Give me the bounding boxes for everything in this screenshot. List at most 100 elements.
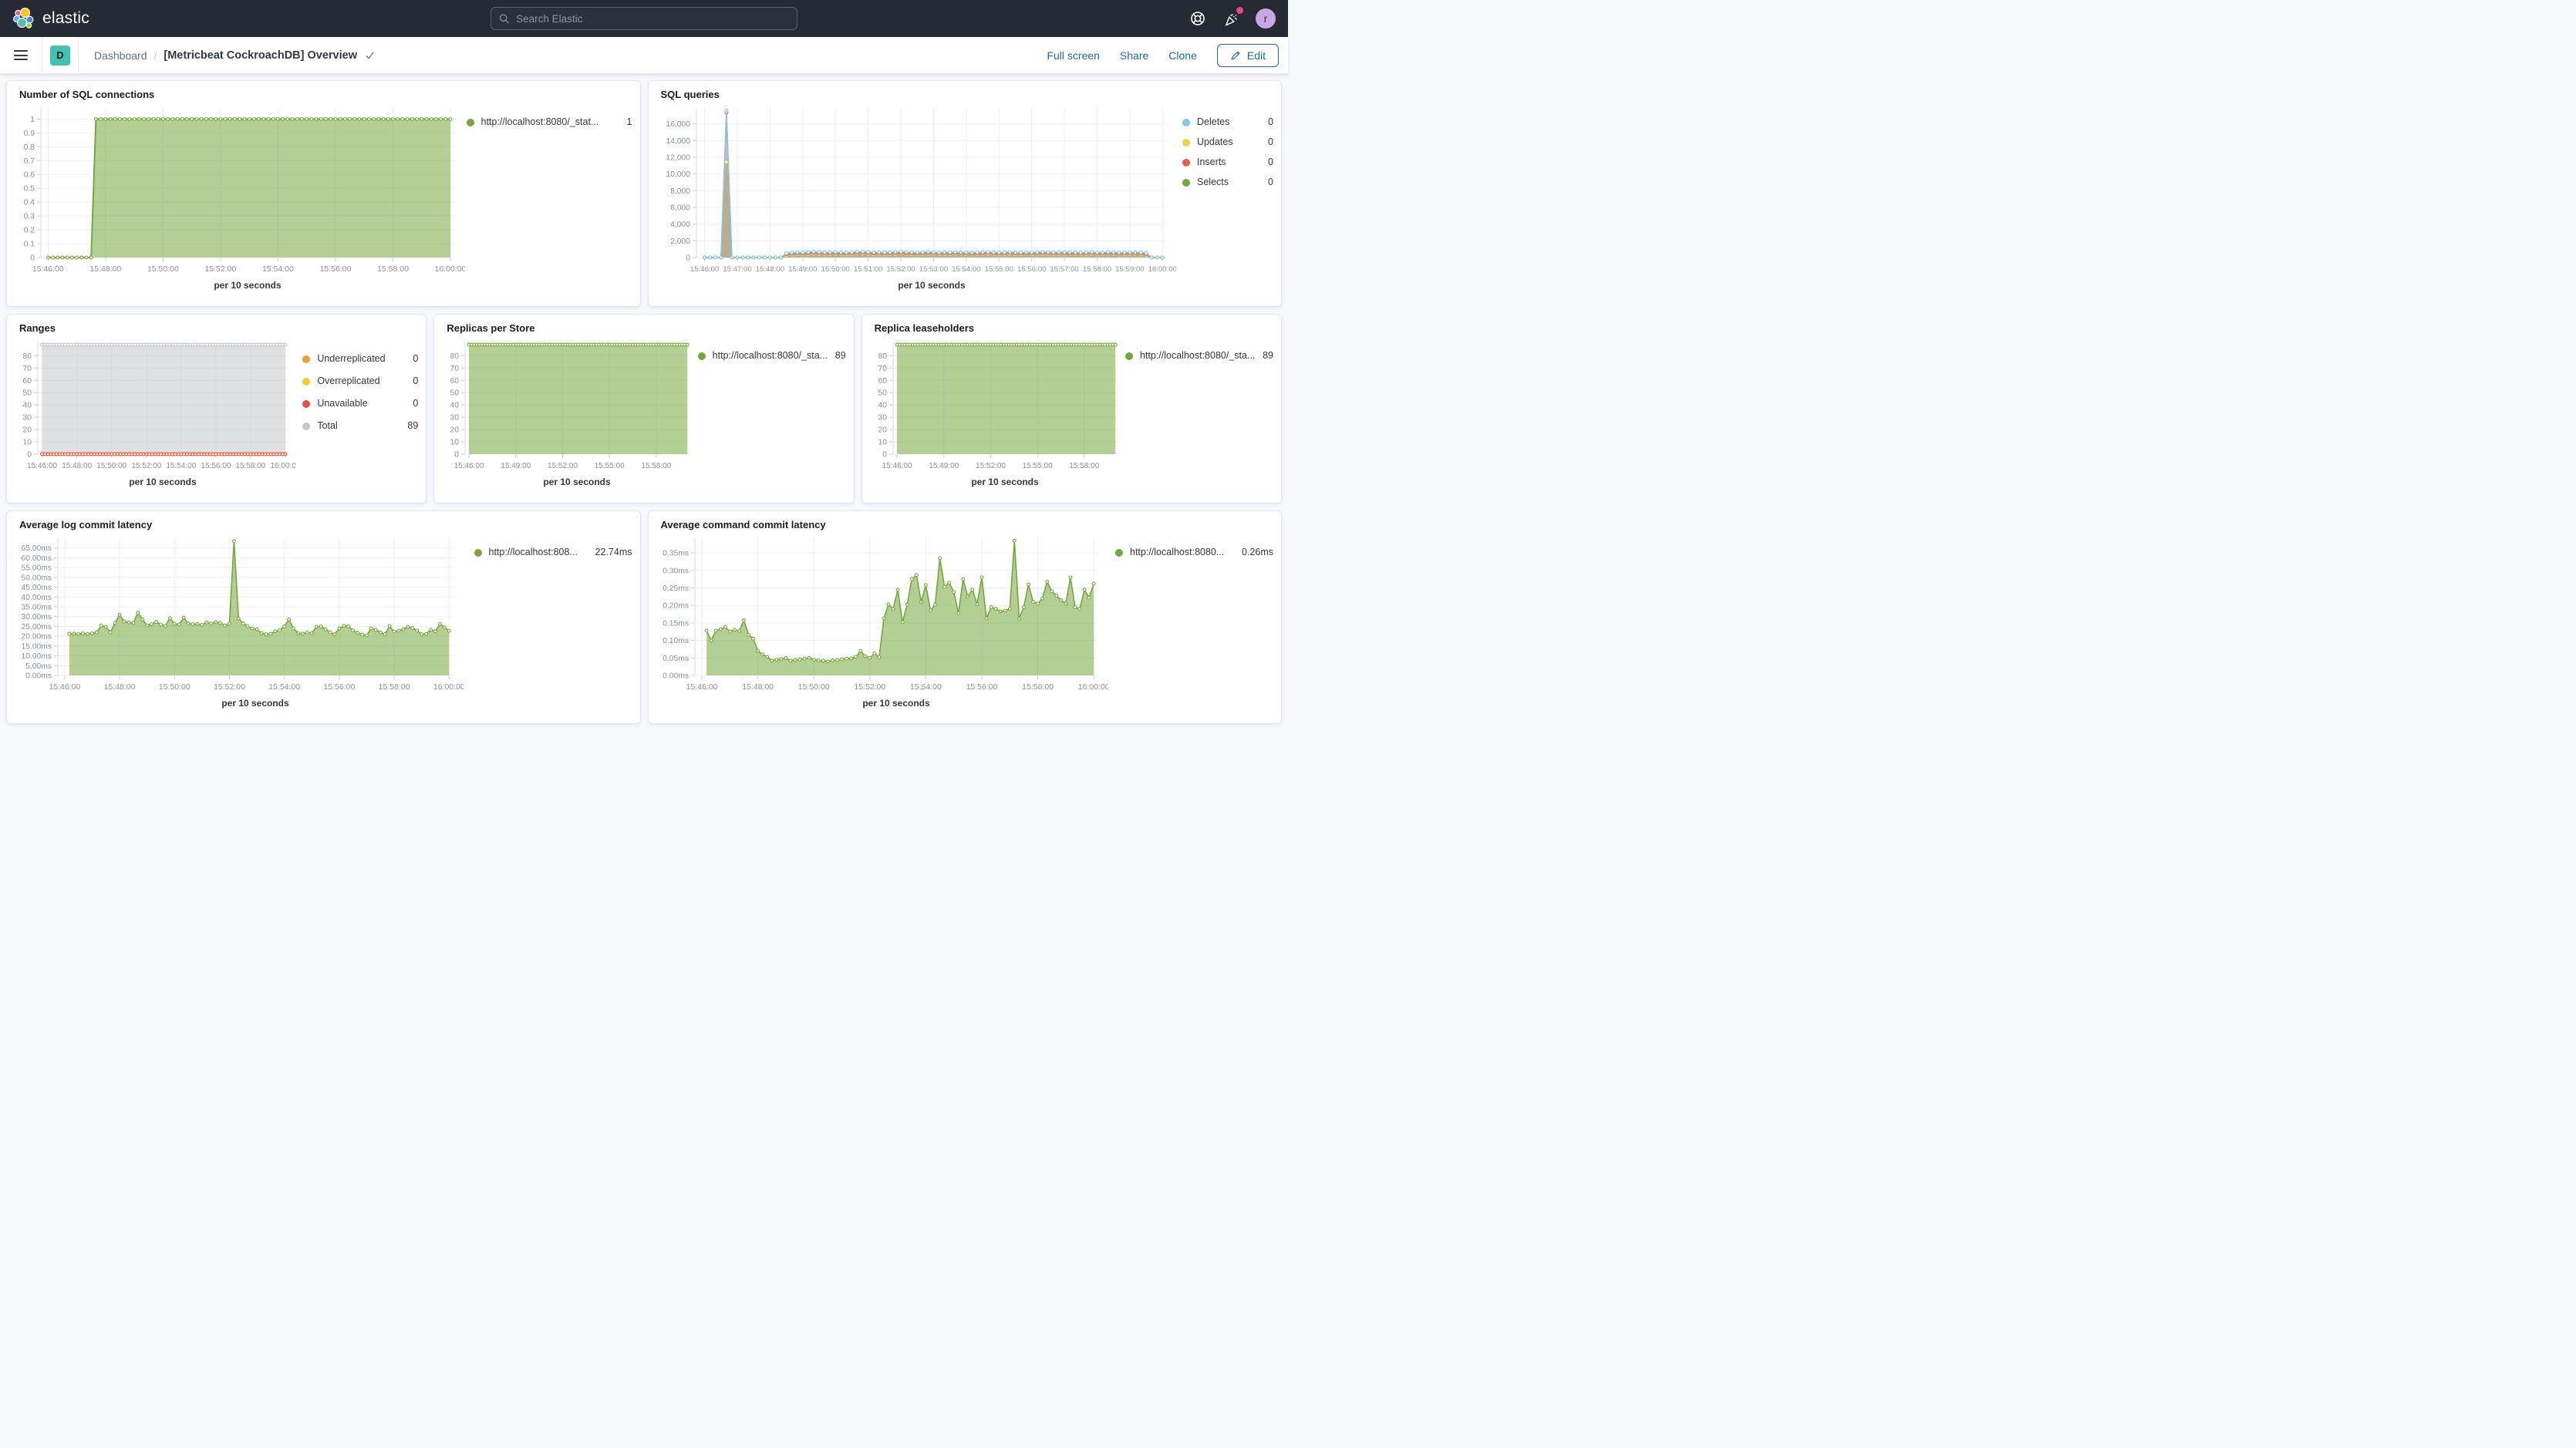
- svg-text:0: 0: [882, 451, 887, 460]
- chart-canvas[interactable]: 15:46:0015:49:0015:52:0015:55:0015:58:00…: [868, 334, 1125, 501]
- legend-label: Unavailable: [317, 397, 406, 410]
- svg-text:15:58:00: 15:58:00: [1022, 682, 1054, 692]
- svg-text:15:48:00: 15:48:00: [62, 462, 92, 470]
- svg-text:15:46:00: 15:46:00: [49, 682, 80, 692]
- chart-canvas[interactable]: 15:46:0015:48:0015:50:0015:52:0015:54:00…: [13, 100, 467, 305]
- legend-label: Inserts: [1197, 156, 1262, 169]
- clone-button[interactable]: Clone: [1168, 49, 1197, 62]
- legend-dot: [302, 355, 310, 363]
- legend-label: http://localhost:8080/_stat...: [481, 116, 621, 129]
- legend-dot: [302, 423, 310, 430]
- legend-value: 1: [627, 116, 632, 129]
- chart-canvas[interactable]: 15:46:0015:47:0015:48:0015:49:0015:50:00…: [655, 100, 1183, 305]
- svg-text:20: 20: [23, 426, 32, 435]
- legend-item[interactable]: http://localhost:8080/_sta...89: [698, 349, 846, 362]
- elastic-logo[interactable]: elastic: [12, 7, 89, 30]
- legend-item[interactable]: http://localhost:808...22.74ms: [474, 546, 632, 559]
- svg-text:65.00ms: 65.00ms: [22, 544, 52, 553]
- edit-button-label: Edit: [1247, 49, 1266, 62]
- svg-text:16:00:00: 16:00:00: [1148, 265, 1175, 274]
- chart-canvas[interactable]: 15:46:0015:48:0015:50:0015:52:0015:54:00…: [655, 530, 1116, 722]
- chart-canvas[interactable]: 15:46:0015:48:0015:50:0015:52:0015:54:00…: [13, 334, 302, 501]
- svg-text:16,000: 16,000: [666, 120, 690, 129]
- svg-text:0.5: 0.5: [24, 185, 35, 194]
- svg-text:15:51:00: 15:51:00: [854, 265, 882, 274]
- legend-item[interactable]: http://localhost:8080/_stat... 1: [467, 116, 632, 129]
- legend-dot: [1115, 549, 1123, 557]
- legend-dot: [1182, 139, 1190, 146]
- legend-item[interactable]: Underreplicated0: [302, 352, 418, 365]
- svg-text:40: 40: [450, 402, 460, 410]
- legend-value: 0.26ms: [1242, 546, 1273, 559]
- svg-text:30: 30: [23, 414, 32, 423]
- svg-text:0.15ms: 0.15ms: [663, 619, 689, 628]
- panel-replica-leaseholders: Replica leaseholders 15:46:0015:49:0015:…: [861, 314, 1282, 503]
- legend-item[interactable]: http://localhost:8080/_sta...89: [1125, 349, 1273, 362]
- svg-text:40: 40: [23, 402, 32, 410]
- svg-text:per 10 seconds: per 10 seconds: [221, 698, 289, 709]
- svg-text:16:00:00: 16:00:00: [271, 462, 295, 470]
- dashboard-toolbar: D Dashboard / [Metricbeat CockroachDB] O…: [0, 37, 1288, 74]
- legend-dot: [1182, 119, 1190, 126]
- legend-item[interactable]: Deletes0: [1182, 116, 1273, 129]
- legend-item[interactable]: Inserts0: [1182, 156, 1273, 169]
- breadcrumb-dashboard-link[interactable]: Dashboard: [94, 49, 147, 62]
- svg-text:15.00ms: 15.00ms: [22, 642, 52, 651]
- panel-title: SQL queries: [655, 87, 1274, 100]
- svg-text:0.2: 0.2: [24, 227, 35, 235]
- svg-text:15:52:00: 15:52:00: [886, 265, 915, 274]
- svg-text:40: 40: [878, 402, 887, 410]
- legend-dot: [698, 352, 706, 360]
- svg-text:10.00ms: 10.00ms: [22, 652, 52, 661]
- notification-dot: [1236, 7, 1243, 14]
- share-button[interactable]: Share: [1120, 49, 1148, 62]
- svg-text:15:46:00: 15:46:00: [690, 265, 718, 274]
- legend-item[interactable]: Overreplicated0: [302, 375, 418, 388]
- svg-text:70: 70: [878, 365, 887, 373]
- chart-canvas[interactable]: 15:46:0015:48:0015:50:0015:52:0015:54:00…: [13, 530, 474, 722]
- panel-title: Average command commit latency: [655, 517, 1274, 530]
- svg-text:80: 80: [23, 352, 32, 361]
- chart-canvas[interactable]: 15:46:0015:49:0015:52:0015:55:0015:58:00…: [440, 334, 697, 501]
- legend-item[interactable]: http://localhost:8080... 0.26ms: [1115, 546, 1273, 559]
- svg-text:80: 80: [450, 352, 460, 361]
- legend-item[interactable]: Total89: [302, 419, 418, 433]
- svg-text:4,000: 4,000: [670, 221, 690, 229]
- svg-text:35.00ms: 35.00ms: [22, 604, 52, 612]
- help-button[interactable]: [1189, 10, 1206, 27]
- full-screen-button[interactable]: Full screen: [1047, 49, 1099, 62]
- legend-item[interactable]: Updates0: [1182, 136, 1273, 149]
- menu-button[interactable]: [8, 42, 34, 69]
- legend-dot: [302, 400, 310, 408]
- svg-text:15:56:00: 15:56:00: [320, 264, 352, 274]
- svg-text:15:50:00: 15:50:00: [147, 264, 179, 274]
- svg-text:15:55:00: 15:55:00: [595, 462, 625, 470]
- saved-check-icon[interactable]: [364, 49, 376, 61]
- panel-title: Replicas per Store: [440, 321, 845, 334]
- legend-item[interactable]: Unavailable0: [302, 397, 418, 410]
- legend-item[interactable]: Selects0: [1182, 176, 1273, 189]
- svg-text:6,000: 6,000: [670, 204, 690, 213]
- panel-replicas-per-store: Replicas per Store 15:46:0015:49:0015:52…: [433, 314, 854, 503]
- edit-button[interactable]: Edit: [1217, 44, 1279, 67]
- avatar[interactable]: r: [1256, 8, 1276, 29]
- svg-text:60: 60: [878, 377, 887, 386]
- top-navigation-bar: elastic: [0, 0, 1288, 37]
- legend-dot: [467, 119, 474, 126]
- svg-text:60.00ms: 60.00ms: [22, 554, 52, 563]
- svg-text:0.25ms: 0.25ms: [663, 584, 689, 593]
- svg-text:20: 20: [878, 426, 887, 435]
- svg-text:15:50:00: 15:50:00: [159, 682, 191, 692]
- svg-text:per 10 seconds: per 10 seconds: [898, 280, 966, 291]
- legend-label: http://localhost:8080...: [1130, 546, 1236, 559]
- svg-text:15:56:00: 15:56:00: [966, 682, 997, 692]
- svg-text:15:58:00: 15:58:00: [1069, 462, 1099, 470]
- svg-text:55.00ms: 55.00ms: [22, 564, 52, 573]
- newsfeed-button[interactable]: [1222, 10, 1239, 27]
- elastic-logo-icon: [12, 7, 35, 30]
- search-input[interactable]: [516, 13, 789, 25]
- dashboard-app-badge[interactable]: D: [50, 45, 70, 66]
- svg-text:10: 10: [23, 439, 32, 447]
- search-icon: [499, 13, 510, 25]
- global-search[interactable]: [491, 7, 797, 30]
